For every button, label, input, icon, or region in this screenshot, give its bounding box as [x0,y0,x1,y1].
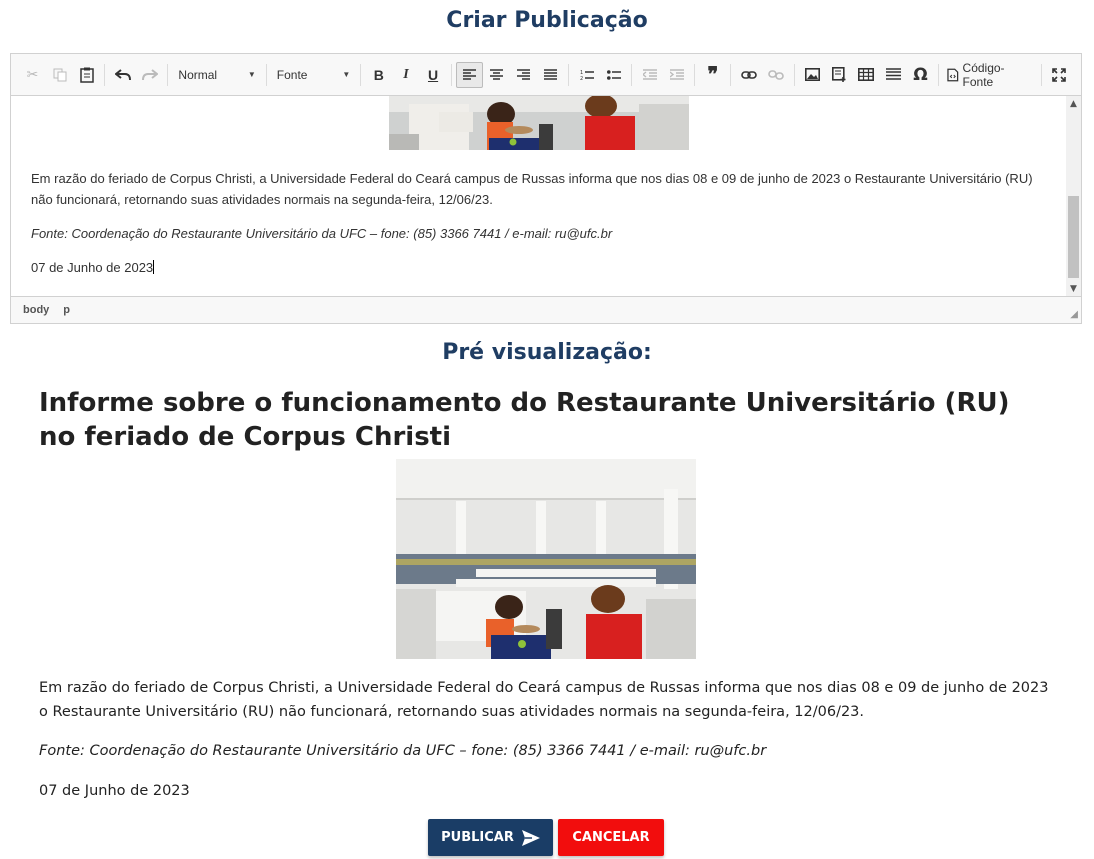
cut-icon[interactable]: ✂ [19,62,46,88]
bulleted-list-icon[interactable] [600,62,627,88]
outdent-icon[interactable] [636,62,663,88]
editor-restaurant-photo [389,96,689,150]
maximize-icon[interactable] [1046,62,1073,88]
align-left-icon[interactable] [455,61,483,88]
rich-text-editor[interactable]: ✂ Normal ▼ Fonte ▼ B I U 1 2 ❞ Ω Código-… [10,53,1082,324]
format-select[interactable]: Normal ▼ [172,62,261,88]
toolbar-separator [450,63,452,86]
editor-date-text: 07 de Junho de 2023 [31,260,154,275]
bold-icon[interactable]: B [365,62,392,88]
align-center-icon[interactable] [483,62,510,88]
font-select[interactable]: Fonte ▼ [271,62,357,88]
preview-heading: Pré visualização: [442,340,652,365]
source-button-label: Código-Fonte [962,60,1005,89]
editor-toolbar: ✂ Normal ▼ Fonte ▼ B I U 1 2 ❞ Ω Código-… [11,54,1081,96]
editor-source-line: Fonte: Coordenação do Restaurante Univer… [31,226,613,241]
toolbar-separator [167,63,169,86]
chevron-down-icon: ▼ [342,70,351,79]
underline-icon[interactable]: U [420,62,447,88]
svg-text:2: 2 [580,76,583,81]
undo-icon[interactable] [109,62,136,88]
article-paragraph: Em razão do feriado de Corpus Christi, a… [39,680,1049,720]
italic-icon[interactable]: I [392,62,419,88]
paste-icon[interactable] [73,62,100,88]
table-icon[interactable] [853,62,880,88]
editor-scrollbar[interactable]: ▲ ▼ [1066,96,1081,296]
cancel-button-label: CANCELAR [572,830,650,845]
unlink-icon[interactable] [762,62,789,88]
action-buttons: PUBLICAR CANCELAR [428,819,664,856]
element-path-bar: body p [11,296,1081,323]
indent-icon[interactable] [663,62,690,88]
publish-button-label: PUBLICAR [441,830,514,845]
publish-button[interactable]: PUBLICAR [428,819,553,856]
article-source-line: Fonte: Coordenação do Restaurante Univer… [39,743,767,759]
special-char-icon[interactable]: Ω [907,62,934,88]
chevron-down-icon: ▼ [247,70,256,79]
toolbar-separator [104,63,106,86]
copy-icon[interactable] [46,62,73,88]
toolbar-separator [631,63,633,86]
toolbar-separator [694,63,696,86]
article-date-line: 07 de Junho de 2023 [39,783,190,799]
font-select-label: Fonte [276,67,308,82]
iframe-icon[interactable] [826,62,853,88]
align-right-icon[interactable] [510,62,537,88]
editor-paragraph: Em razão do feriado de Corpus Christi, a… [31,171,1033,207]
article-title: Informe sobre o funcionamento do Restaur… [39,388,1010,452]
toolbar-separator [265,63,267,86]
send-icon [521,829,540,846]
path-body[interactable]: body [23,304,49,316]
cancel-button[interactable]: CANCELAR [558,819,664,856]
redo-icon[interactable] [136,62,163,88]
blockquote-icon[interactable]: ❞ [699,62,726,88]
text-caret [153,260,155,274]
toolbar-separator [730,63,732,86]
justify-icon[interactable] [537,62,564,88]
image-icon[interactable] [799,62,826,88]
numbered-list-icon[interactable]: 12 [573,62,600,88]
article-restaurant-photo [396,459,696,659]
resize-grip-icon[interactable]: ◢ [1070,309,1078,320]
toolbar-separator [568,63,569,86]
scroll-up-icon[interactable]: ▲ [1066,96,1081,111]
scroll-down-icon[interactable]: ▼ [1066,281,1081,296]
editor-content[interactable]: Em razão do feriado de Corpus Christi, a… [11,96,1067,296]
path-p[interactable]: p [63,304,70,316]
format-select-label: Normal [178,67,218,82]
link-icon[interactable] [735,62,762,88]
source-icon [947,68,959,81]
toolbar-separator [793,63,795,86]
editor-date-line: 07 de Junho de 2023 [31,257,1051,278]
page-title: Criar Publicação [446,8,648,33]
toolbar-separator [937,63,939,86]
toolbar-separator [1040,63,1042,86]
toolbar-separator [360,63,362,86]
horizontal-rule-icon[interactable] [880,62,907,88]
scrollbar-thumb[interactable] [1068,196,1079,278]
source-button[interactable]: Código-Fonte [943,60,1037,89]
